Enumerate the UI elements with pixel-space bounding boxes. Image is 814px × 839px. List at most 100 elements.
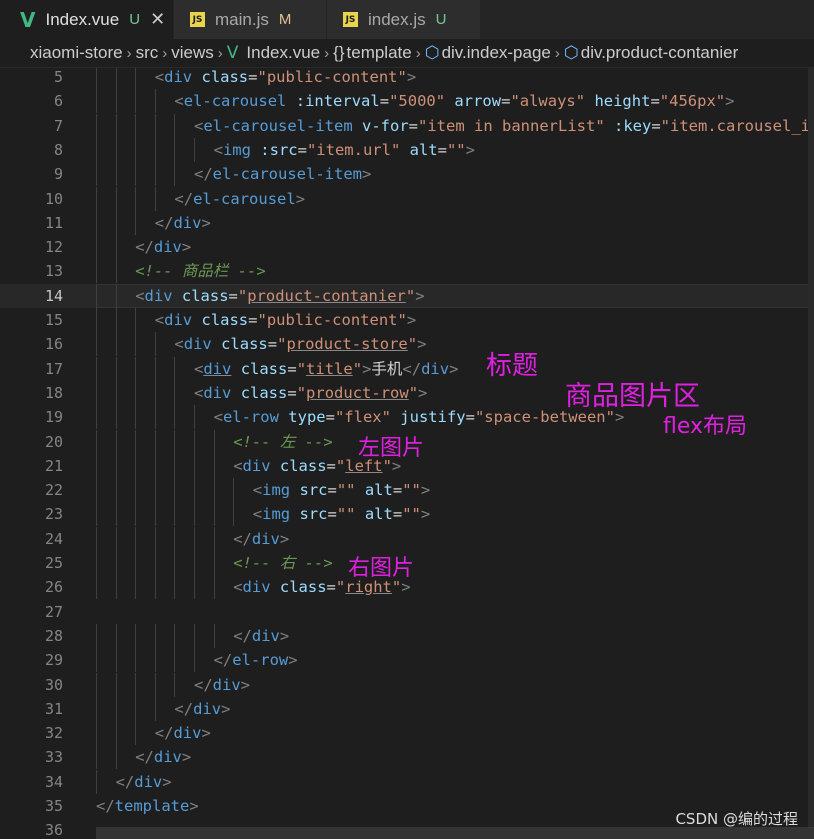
line-number: 23 [44, 505, 63, 524]
indent-guide [194, 623, 195, 648]
code-line[interactable]: 29 </el-row> [0, 648, 814, 673]
tab-index-js[interactable]: JS index.js U [327, 0, 481, 39]
code-line[interactable]: 6 <el-carousel :interval="5000" arrow="al… [0, 89, 814, 114]
indent-guide [96, 380, 97, 405]
line-number: 22 [44, 481, 63, 500]
code-text: </el-carousel-item> [194, 165, 372, 184]
breadcrumb-item[interactable]: src [136, 43, 159, 63]
indent-guide [174, 137, 176, 162]
code-line[interactable]: 13 <!-- 商品栏 --> [0, 259, 814, 284]
code-line[interactable]: 8 <img :src="item.url" alt=""> [0, 137, 814, 162]
breadcrumb-item[interactable]: V Index.vue [227, 43, 320, 63]
code-line[interactable]: 11 </div> [0, 210, 814, 235]
code-text: <!-- 右 --> [233, 554, 333, 572]
code-text: </div> [174, 699, 231, 718]
code-line[interactable]: 22 <img src="" alt=""> [0, 478, 814, 503]
code-line[interactable]: 30 </div> [0, 672, 814, 697]
code-text: <img src="" alt=""> [252, 505, 431, 524]
line-number: 28 [44, 626, 63, 645]
indent-guide [96, 648, 97, 673]
indent-guide [174, 162, 176, 187]
indent-guide [96, 672, 97, 697]
indent-guide [96, 283, 97, 308]
indent-guide [213, 502, 215, 527]
line-number: 36 [44, 821, 63, 839]
tab-main-js[interactable]: JS main.js M [174, 0, 327, 39]
indent-guide [96, 308, 97, 332]
code-line[interactable]: 16 <div class="product-store"> [0, 332, 814, 357]
indent-guide [96, 696, 97, 721]
indent-guide [96, 89, 97, 114]
js-icon: JS [190, 12, 205, 27]
code-line[interactable]: 27 [0, 600, 814, 624]
breadcrumb-item[interactable]: xiaomi-store [30, 43, 123, 63]
indent-guide [174, 113, 176, 138]
code-line[interactable]: 9 </el-carousel-item> [0, 162, 814, 187]
indent-guide [154, 405, 156, 430]
indent-guide [115, 672, 117, 697]
breadcrumb-label: src [135, 43, 159, 62]
breadcrumb-item[interactable]: views [171, 43, 214, 63]
indent-guide [96, 551, 97, 575]
indent-guide [194, 648, 195, 673]
indent-guide [115, 186, 117, 211]
code-line[interactable]: 32 </div> [0, 721, 814, 746]
breadcrumb-item[interactable]: ⬡ div.product-contanier [564, 43, 738, 63]
indent-guide [115, 235, 117, 260]
breadcrumb-label: Index.vue [246, 43, 321, 62]
code-line[interactable]: 15 <div class="public-content"> [0, 308, 814, 332]
indent-guide [135, 332, 137, 357]
indent-guide [135, 453, 137, 478]
indent-guide [115, 308, 117, 332]
code-line[interactable]: 7 <el-carousel-item v-for="item in banner… [0, 113, 814, 138]
indent-guide [115, 283, 117, 308]
element-cube-icon: ⬡ [563, 43, 579, 62]
indent-guide [213, 429, 215, 454]
indent-guide [115, 648, 117, 673]
code-line[interactable]: 12 </div> [0, 235, 814, 260]
indent-guide [194, 478, 195, 503]
horizontal-scrollbar[interactable] [96, 827, 814, 839]
code-line[interactable]: 34 </div> [0, 769, 814, 794]
code-text: </template> [96, 797, 199, 815]
code-line[interactable]: 28 </div> [0, 623, 814, 648]
indent-guide [135, 575, 137, 600]
code-text: <el-row type="flex" justify="space-betwe… [213, 408, 625, 427]
close-icon[interactable]: ✕ [150, 9, 165, 30]
vertical-scrollbar[interactable] [808, 68, 814, 828]
tab-index-vue[interactable]: V Index.vue U ✕ [0, 0, 174, 39]
indent-guide [154, 162, 156, 187]
indent-guide [135, 648, 137, 673]
line-number: 21 [44, 456, 63, 475]
code-text: <div class="title">手机</div> [194, 359, 459, 378]
breadcrumb-item[interactable]: ⬡ div.index-page [425, 43, 551, 63]
indent-guide [135, 551, 137, 575]
indent-guide [135, 137, 137, 162]
code-line[interactable]: 33 </div> [0, 745, 814, 770]
breadcrumb-item[interactable]: {} template [333, 43, 412, 63]
tab-git-status: M [278, 11, 292, 28]
indent-guide [96, 575, 97, 600]
code-line[interactable]: 24 </div> [0, 526, 814, 551]
code-line[interactable]: 14 <div class="product-contanier"> [0, 283, 814, 308]
breadcrumb-label: template [346, 43, 412, 62]
code-text: </div> [135, 748, 192, 767]
line-number: 10 [44, 189, 63, 208]
code-text: <div class="public-content"> [154, 68, 417, 86]
indent-guide [194, 575, 195, 600]
code-text: <img :src="item.url" alt=""> [213, 140, 475, 159]
indent-guide [96, 478, 97, 503]
chevron-right-icon: › [162, 44, 168, 62]
indent-guide [135, 68, 137, 89]
code-line[interactable]: 31 </div> [0, 696, 814, 721]
chevron-right-icon: › [126, 44, 132, 62]
code-line[interactable]: 10 </el-carousel> [0, 186, 814, 211]
breadcrumb-label: div.product-contanier [580, 43, 739, 62]
annotation-label: flex布局 [663, 414, 748, 439]
indent-guide [213, 453, 215, 478]
code-line[interactable]: 5 <div class="public-content"> [0, 68, 814, 89]
line-number: 18 [44, 383, 63, 402]
code-line[interactable]: 23 <img src="" alt=""> [0, 502, 814, 527]
annotation-label: 标题 [486, 351, 539, 381]
indent-guide [194, 526, 195, 551]
